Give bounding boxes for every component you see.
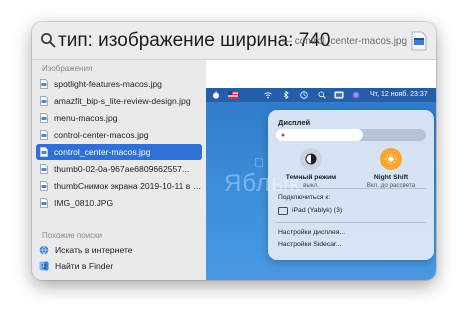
image-file-icon (40, 130, 48, 140)
image-file-icon (40, 181, 48, 191)
night-shift-icon (380, 148, 402, 170)
spotlight-icon (318, 91, 326, 99)
brightness-slider-fill (276, 129, 363, 141)
image-file-icon (411, 31, 427, 51)
watermark-apple-icon:  (254, 155, 264, 170)
search-icon (41, 33, 56, 48)
finder-icon (39, 261, 49, 271)
image-file-icon (40, 96, 48, 106)
result-label: amazfit_bip-s_lite-review-design.jpg (54, 96, 191, 106)
globe-icon (39, 245, 49, 255)
sun-icon (281, 133, 285, 137)
wifi-icon (264, 92, 272, 99)
result-row-selected[interactable]: control_center-macos.jpg (36, 144, 202, 160)
search-completion: — control_center-macos.jpg (282, 36, 408, 47)
brightness-slider[interactable] (276, 129, 426, 141)
search-bar[interactable]: тип: изображение ширина: 740 — control_c… (32, 22, 436, 60)
display-icon (334, 91, 344, 99)
result-label: thumb0-02-0a-967ae6809662557... (54, 164, 190, 174)
result-row[interactable]: thumbСнимок экрана 2019-10-11 в 17... (36, 178, 202, 194)
bluetooth-icon (283, 91, 289, 99)
ipad-icon (278, 207, 288, 215)
dark-mode-icon (300, 148, 322, 170)
night-shift-toggle[interactable]: Night Shift Вкл. до рассвета (356, 148, 426, 189)
apple-logo-icon (213, 91, 219, 99)
image-file-icon (40, 164, 48, 174)
similar-searches-header: Похожие поиски (42, 231, 103, 240)
result-label: spotlight-features-macos.jpg (54, 79, 162, 89)
search-web-item[interactable]: Искать в интернете (36, 242, 202, 258)
result-row[interactable]: IMG_0810.JPG (36, 195, 202, 211)
spotlight-window: тип: изображение ширина: 740 — control_c… (32, 22, 436, 280)
result-label: control-center-macos.jpg (54, 130, 149, 140)
clock-icon (300, 91, 308, 99)
menubar-datetime: Чт, 12 нояб. 23:37 (370, 91, 428, 98)
result-row[interactable]: control-center-macos.jpg (36, 127, 202, 143)
image-file-icon (40, 113, 48, 123)
result-row[interactable]: menu-macos.jpg (36, 110, 202, 126)
images-section-header: Изображения (42, 64, 93, 73)
sidecar-settings-link[interactable]: Настройки Sidecar... (278, 241, 342, 248)
display-section-title: Дисплей (278, 118, 311, 127)
result-label: thumbСнимок экрана 2019-10-11 в 17... (54, 181, 202, 191)
result-row[interactable]: thumb0-02-0a-967ae6809662557... (36, 161, 202, 177)
find-in-finder-label: Найти в Finder (55, 261, 114, 271)
us-flag-icon (228, 91, 238, 99)
divider (276, 222, 426, 223)
image-file-icon (40, 198, 48, 208)
result-row[interactable]: amazfit_bip-s_lite-review-design.jpg (36, 93, 202, 109)
siri-icon (352, 91, 360, 99)
result-label: IMG_0810.JPG (54, 198, 114, 208)
result-label: menu-macos.jpg (54, 113, 118, 123)
display-settings-link[interactable]: Настройки дисплея... (278, 229, 345, 236)
watermark: Яблык (224, 170, 301, 197)
ipad-device-item[interactable]: iPad (Yablyk) (3) (292, 207, 342, 214)
search-web-label: Искать в интернете (55, 245, 133, 255)
night-shift-title: Night Shift (373, 174, 409, 181)
find-in-finder-item[interactable]: Найти в Finder (36, 258, 202, 274)
image-file-icon (40, 147, 48, 157)
image-file-icon (40, 79, 48, 89)
result-label: control_center-macos.jpg (54, 147, 151, 157)
preview-menubar: Чт, 12 нояб. 23:37 (206, 88, 436, 102)
result-row[interactable]: spotlight-features-macos.jpg (36, 76, 202, 92)
results-list: Изображения spotlight-features-macos.jpg… (32, 60, 206, 280)
